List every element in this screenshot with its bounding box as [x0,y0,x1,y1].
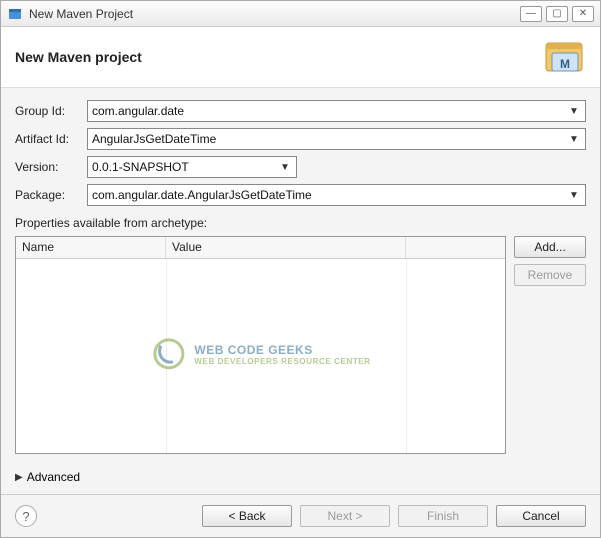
package-value: com.angular.date.AngularJsGetDateTime [92,188,567,202]
table-header: Name Value [16,237,505,259]
version-input[interactable]: 0.0.1-SNAPSHOT ▼ [87,156,297,178]
version-label: Version: [15,160,81,174]
column-header-value[interactable]: Value [166,237,406,258]
cancel-button[interactable]: Cancel [496,505,586,527]
dialog-title: New Maven project [15,49,542,65]
chevron-down-icon: ▼ [567,106,581,117]
artifact-id-input[interactable]: AngularJsGetDateTime ▼ [87,128,586,150]
package-label: Package: [15,188,81,202]
svg-text:M: M [560,57,570,71]
advanced-label: Advanced [27,470,80,484]
package-row: Package: com.angular.date.AngularJsGetDa… [15,184,586,206]
group-id-label: Group Id: [15,104,81,118]
triangle-right-icon: ▶ [15,472,23,483]
window-title: New Maven Project [29,7,520,21]
back-button[interactable]: < Back [202,505,292,527]
properties-area: Name Value WEB CODE GEEKS WEB DEVELOPERS… [15,236,586,454]
app-icon [7,6,23,22]
artifact-id-value: AngularJsGetDateTime [92,132,567,146]
chevron-down-icon: ▼ [278,162,292,173]
package-input[interactable]: com.angular.date.AngularJsGetDateTime ▼ [87,184,586,206]
dialog-footer: ? < Back Next > Finish Cancel [1,494,600,537]
version-value: 0.0.1-SNAPSHOT [92,160,278,174]
maximize-button[interactable]: ▢ [546,6,568,22]
group-id-value: com.angular.date [92,104,567,118]
watermark-sub: WEB DEVELOPERS RESOURCE CENTER [194,356,370,365]
next-button: Next > [300,505,390,527]
window-controls: — ▢ ✕ [520,6,594,22]
version-row: Version: 0.0.1-SNAPSHOT ▼ [15,156,586,178]
advanced-disclosure[interactable]: ▶ Advanced [15,470,586,484]
group-id-input[interactable]: com.angular.date ▼ [87,100,586,122]
table-body[interactable]: WEB CODE GEEKS WEB DEVELOPERS RESOURCE C… [16,259,505,453]
close-button[interactable]: ✕ [572,6,594,22]
side-buttons: Add... Remove [514,236,586,454]
group-id-row: Group Id: com.angular.date ▼ [15,100,586,122]
watermark-main: WEB CODE GEEKS [194,342,312,356]
watermark: WEB CODE GEEKS WEB DEVELOPERS RESOURCE C… [150,336,370,372]
dialog-header: New Maven project M [1,27,600,88]
remove-button: Remove [514,264,586,286]
maven-icon: M [542,37,586,77]
properties-section-label: Properties available from archetype: [15,216,586,230]
column-header-name[interactable]: Name [16,237,166,258]
titlebar: New Maven Project — ▢ ✕ [1,1,600,27]
properties-table[interactable]: Name Value WEB CODE GEEKS WEB DEVELOPERS… [15,236,506,454]
dialog-window: New Maven Project — ▢ ✕ New Maven projec… [0,0,601,538]
column-header-spacer [406,237,505,258]
artifact-id-row: Artifact Id: AngularJsGetDateTime ▼ [15,128,586,150]
dialog-content: Group Id: com.angular.date ▼ Artifact Id… [1,88,600,494]
add-button[interactable]: Add... [514,236,586,258]
artifact-id-label: Artifact Id: [15,132,81,146]
minimize-button[interactable]: — [520,6,542,22]
chevron-down-icon: ▼ [567,190,581,201]
chevron-down-icon: ▼ [567,134,581,145]
finish-button: Finish [398,505,488,527]
help-button[interactable]: ? [15,505,37,527]
